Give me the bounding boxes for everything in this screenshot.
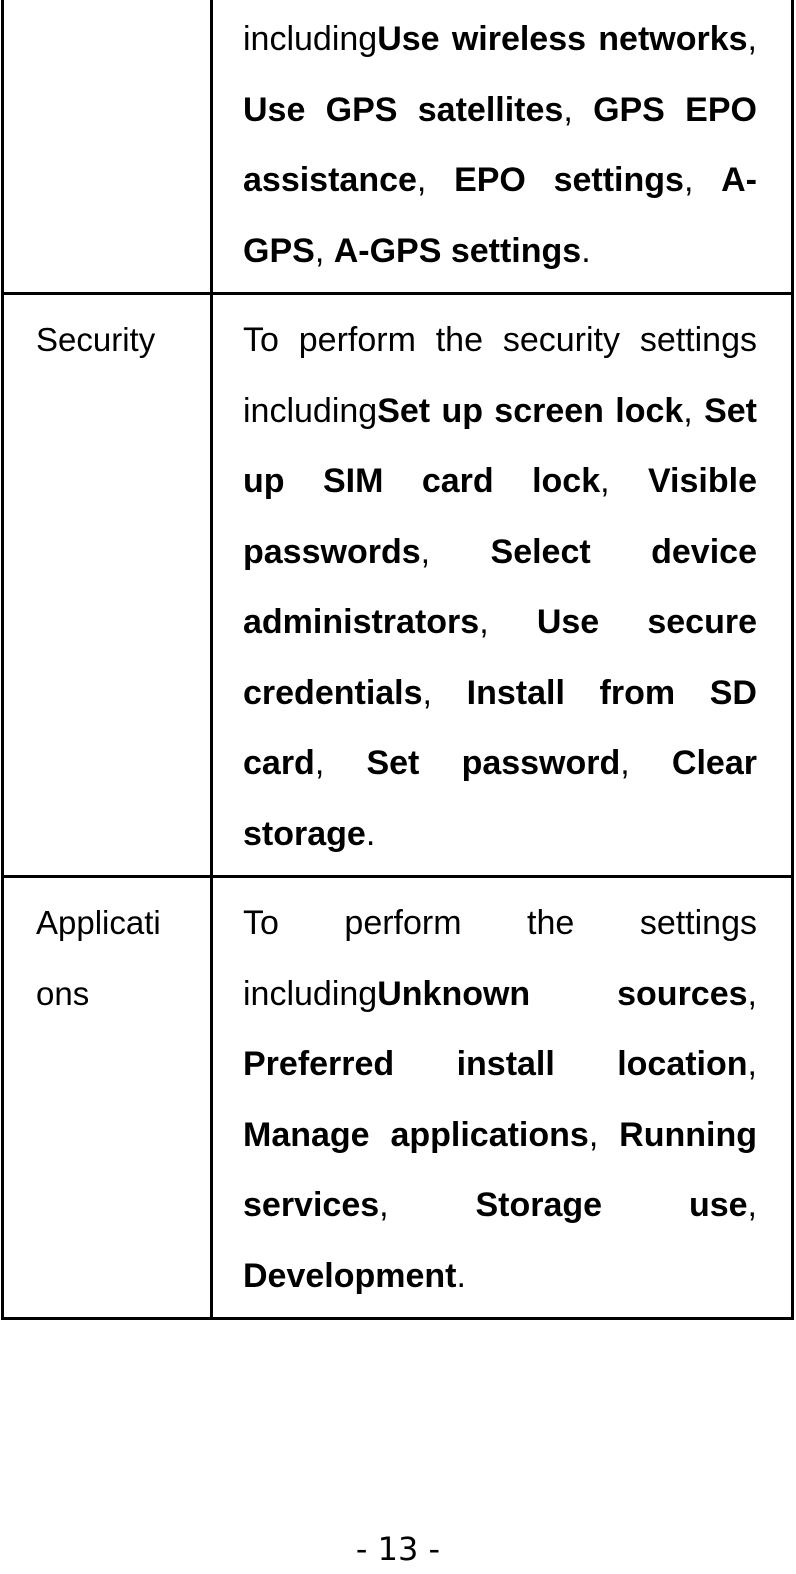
setting-name — [4, 0, 210, 6]
table-row: includingUse wireless networks, Use GPS … — [1, 0, 794, 295]
option-name: EPO settings — [454, 161, 684, 199]
description-text: , — [620, 744, 672, 782]
description-text: , — [600, 462, 648, 500]
description-text: , — [563, 90, 594, 129]
setting-description: includingUse wireless networks, Use GPS … — [213, 0, 791, 292]
option-name: Manage applications — [243, 1115, 589, 1154]
description-text: . — [581, 231, 591, 270]
description-text: , — [314, 231, 334, 270]
description-text: , — [588, 1115, 620, 1154]
option-name: Storage use — [475, 1186, 748, 1224]
setting-name: Security — [36, 321, 156, 358]
setting-name: Applicati ons — [36, 904, 161, 1012]
option-name: Use wireless networks — [377, 20, 748, 58]
settings-table-body: includingUse wireless networks, Use GPS … — [1, 0, 794, 1320]
description-text: including — [243, 20, 378, 58]
description-text: , — [747, 974, 757, 1013]
description-text: , — [747, 1186, 757, 1224]
option-name: Set password — [366, 744, 621, 782]
description-text: . — [365, 814, 376, 853]
option-name: Unknown sources — [377, 974, 748, 1013]
description-text: . — [456, 1256, 466, 1295]
description-text: , — [747, 20, 757, 58]
option-name: Development — [243, 1256, 457, 1295]
description-text: , — [683, 161, 722, 199]
setting-description: To perform the settings includingUnknown… — [213, 878, 791, 1317]
setting-name-cell — [1, 0, 213, 295]
table-row: Security To perform the security settings… — [1, 292, 794, 878]
setting-description-cell: To perform the settings includingUnknown… — [210, 875, 794, 1320]
settings-table: includingUse wireless networks, Use GPS … — [1, 0, 794, 1320]
option-name: A-GPS settings — [333, 231, 582, 270]
setting-name-cell: Applicati ons — [1, 875, 213, 1320]
page-number: - 13 - — [355, 1530, 441, 1568]
table-row: Applicati ons To perform the settings inc… — [1, 875, 794, 1320]
description-text: , — [416, 161, 455, 199]
description-text: , — [479, 603, 537, 641]
description-text: , — [422, 673, 467, 712]
description-text: , — [683, 391, 705, 430]
setting-description-cell: includingUse wireless networks, Use GPS … — [210, 0, 794, 295]
option-name: Preferred install location — [243, 1045, 748, 1083]
description-text: , — [314, 744, 367, 782]
setting-description-cell: To perform the security settings includi… — [210, 292, 794, 878]
description-text: , — [747, 1045, 757, 1083]
description-text: , — [379, 1186, 476, 1224]
setting-name-cell: Security — [1, 292, 213, 878]
description-text: , — [420, 532, 491, 571]
setting-description: To perform the security settings includi… — [213, 295, 791, 875]
option-name: Set up screen lock — [377, 391, 684, 430]
option-name: Use GPS satellites — [243, 90, 564, 129]
